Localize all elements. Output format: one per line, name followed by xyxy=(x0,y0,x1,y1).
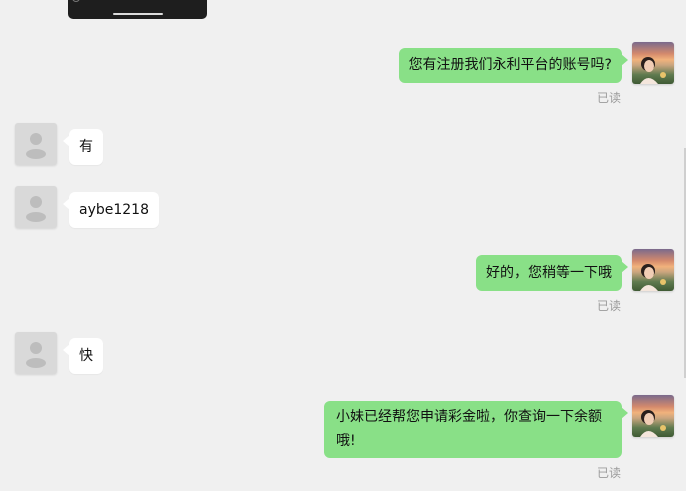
user-silhouette-icon xyxy=(26,133,46,159)
agent-photo-avatar[interactable] xyxy=(632,395,674,437)
user-silhouette-icon xyxy=(26,196,46,222)
message-bubble-incoming[interactable]: 快 xyxy=(63,338,103,374)
message-bubble-outgoing[interactable]: 好的，您稍等一下哦 xyxy=(476,255,628,291)
chat-window: 您有注册我们永利平台的账号吗? 已读 有 aybe1218 好的，您稍等一下哦 … xyxy=(0,0,686,491)
message-bubble-incoming[interactable]: 有 xyxy=(63,129,103,165)
message-bubble-outgoing[interactable]: 您有注册我们永利平台的账号吗? xyxy=(398,48,629,83)
message-bubble-outgoing[interactable]: 小妹已经帮您申请彩金啦，你查询一下余额哦! xyxy=(324,401,628,458)
person-photo-icon xyxy=(640,410,666,437)
agent-photo-avatar[interactable] xyxy=(632,42,674,84)
default-user-avatar[interactable] xyxy=(15,123,57,165)
default-user-avatar[interactable] xyxy=(15,332,57,374)
read-status: 已读 xyxy=(596,91,621,105)
read-status: 已读 xyxy=(596,466,621,480)
agent-photo-avatar[interactable] xyxy=(632,249,674,291)
default-user-avatar[interactable] xyxy=(15,186,57,228)
message-bubble-incoming[interactable]: aybe1218 xyxy=(63,192,159,228)
media-progress-bar xyxy=(113,13,163,15)
media-preview-thumbnail[interactable] xyxy=(68,0,207,19)
person-photo-icon xyxy=(640,57,666,84)
person-photo-icon xyxy=(640,264,666,291)
read-status: 已读 xyxy=(596,299,621,313)
user-silhouette-icon xyxy=(26,342,46,368)
play-icon xyxy=(72,0,80,2)
